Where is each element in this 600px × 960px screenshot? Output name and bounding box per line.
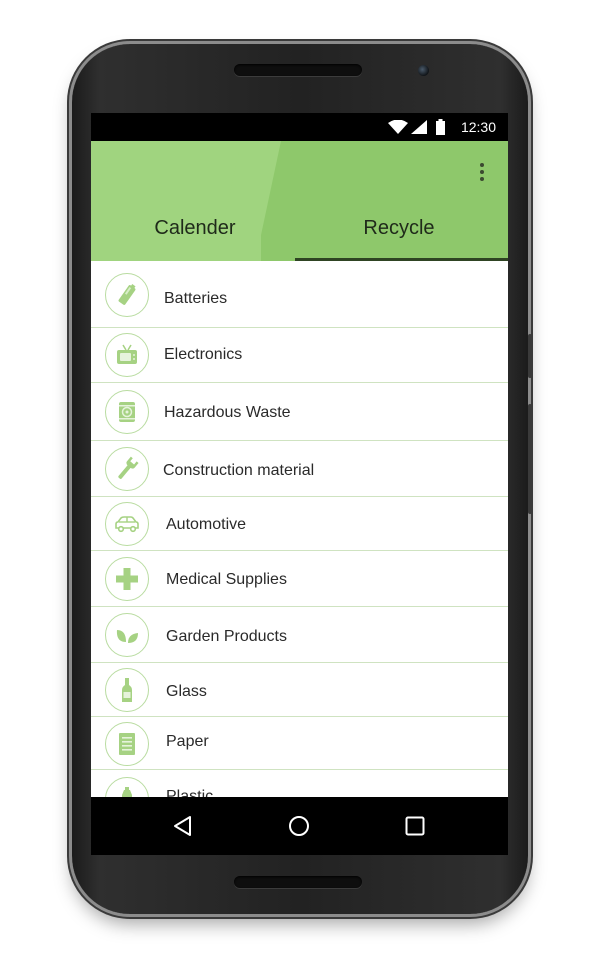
list-item-label: Batteries	[164, 290, 228, 307]
status-time: 12:30	[460, 119, 496, 135]
bottom-speaker	[234, 876, 362, 888]
signal-icon	[411, 120, 427, 134]
list-item-label: Construction material	[163, 462, 315, 479]
front-camera	[418, 65, 429, 76]
plastic-bottle-icon	[105, 777, 149, 797]
list-item-construction-material[interactable]: Construction material	[91, 441, 508, 497]
list-item-label: Automotive	[166, 516, 247, 533]
bottle-icon	[105, 668, 149, 712]
paper-icon	[105, 722, 149, 766]
list-item-label: Hazardous Waste	[164, 404, 291, 421]
list-item-label: Paper	[166, 733, 209, 750]
navigation-bar	[91, 797, 508, 855]
screen: 12:30 Calender Recycle Batteries Electro…	[91, 113, 508, 855]
tab-calender[interactable]: Calender	[91, 217, 299, 259]
list-item-label: Glass	[166, 683, 207, 700]
list-item-label: Plastic	[166, 788, 214, 797]
tab-recycle[interactable]: Recycle	[295, 217, 503, 259]
car-icon	[105, 502, 149, 546]
leaves-icon	[105, 613, 149, 657]
overflow-menu-icon[interactable]	[478, 163, 486, 185]
power-button	[528, 334, 532, 378]
status-bar: 12:30	[91, 113, 508, 141]
recents-icon[interactable]	[403, 814, 427, 838]
list-item-label: Garden Products	[166, 628, 287, 645]
wrench-icon	[105, 447, 149, 491]
list-item-label: Electronics	[164, 346, 243, 363]
battery-status-icon	[436, 119, 445, 135]
wifi-icon	[388, 120, 408, 134]
home-icon[interactable]	[287, 814, 311, 838]
battery-icon	[105, 273, 149, 317]
list-item-plastic[interactable]: Plastic	[91, 770, 508, 797]
list-item-paper[interactable]: Paper	[91, 717, 508, 770]
list-item-garden-products[interactable]: Garden Products	[91, 607, 508, 663]
top-speaker	[234, 64, 362, 76]
list-item-electronics[interactable]: Electronics	[91, 328, 508, 383]
recycle-category-list: Batteries Electronics Hazardous Waste Co…	[91, 261, 508, 797]
app-bar: Calender Recycle	[91, 141, 508, 261]
tv-icon	[105, 333, 149, 377]
volume-button	[528, 404, 532, 514]
list-item-glass[interactable]: Glass	[91, 663, 508, 717]
back-icon[interactable]	[171, 814, 195, 838]
medical-cross-icon	[105, 557, 149, 601]
list-item-medical-supplies[interactable]: Medical Supplies	[91, 551, 508, 607]
list-item-label: Medical Supplies	[166, 571, 287, 588]
list-item-automotive[interactable]: Automotive	[91, 497, 508, 551]
list-item-hazardous-waste[interactable]: Hazardous Waste	[91, 383, 508, 441]
list-item-batteries[interactable]: Batteries	[91, 261, 508, 328]
biohazard-icon	[105, 390, 149, 434]
